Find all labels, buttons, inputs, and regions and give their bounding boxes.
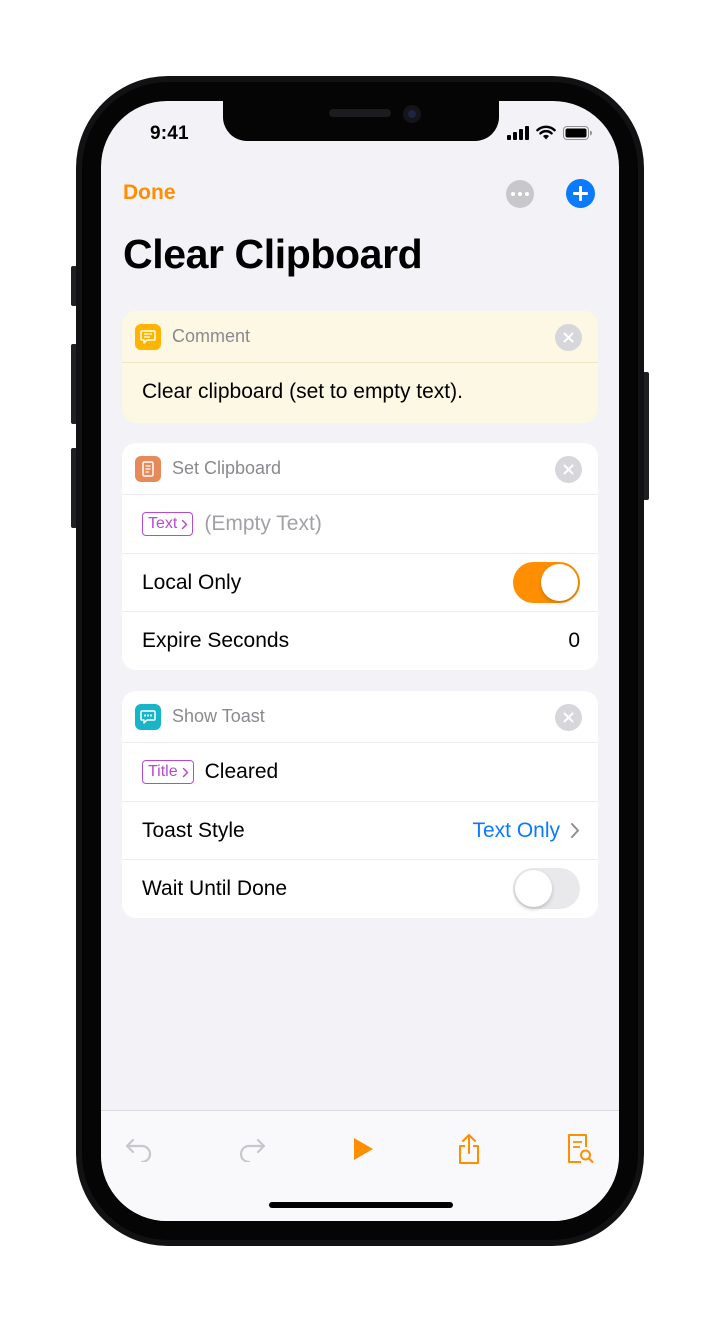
screen: 9:41 Done Clear Clipboard Comment Clear … — [101, 101, 619, 1221]
show-toast-title: Show Toast — [172, 706, 265, 726]
expire-seconds-row[interactable]: Expire Seconds 0 — [122, 611, 598, 669]
front-camera — [403, 105, 421, 123]
chevron-right-icon — [181, 519, 188, 530]
status-icons — [507, 125, 593, 140]
comment-action-card[interactable]: Comment Clear clipboard (set to empty te… — [122, 311, 598, 423]
expire-seconds-value[interactable]: 0 — [568, 629, 580, 653]
battery-icon — [563, 125, 592, 140]
set-clipboard-header: Set Clipboard — [122, 443, 598, 495]
done-button[interactable]: Done — [123, 181, 176, 205]
toast-message-icon — [135, 703, 161, 730]
remove-show-toast-icon[interactable] — [555, 704, 582, 731]
comment-action-title: Comment — [172, 326, 251, 346]
wait-until-done-label: Wait Until Done — [142, 876, 288, 900]
toast-style-row[interactable]: Toast Style Text Only — [122, 801, 598, 859]
local-only-label: Local Only — [142, 570, 242, 594]
more-options-icon[interactable] — [506, 180, 534, 208]
toast-style-selector[interactable]: Text Only — [472, 819, 580, 843]
share-icon[interactable] — [451, 1131, 487, 1167]
toast-style-label: Toast Style — [142, 818, 245, 842]
title-parameter-token[interactable]: Title — [142, 760, 194, 784]
wifi-icon — [536, 125, 556, 140]
title-parameter-value[interactable]: Cleared — [205, 760, 279, 784]
cellular-signal-icon — [507, 125, 529, 140]
comment-icon — [135, 323, 161, 350]
play-icon[interactable] — [344, 1131, 380, 1167]
text-parameter-value[interactable]: (Empty Text) — [204, 512, 321, 536]
text-parameter-token[interactable]: Text — [142, 512, 194, 536]
home-indicator[interactable] — [269, 1202, 453, 1208]
show-toast-header: Show Toast — [122, 691, 598, 743]
remove-comment-icon[interactable] — [555, 324, 582, 351]
set-clipboard-title: Set Clipboard — [172, 458, 282, 478]
wait-until-done-row: Wait Until Done — [122, 859, 598, 917]
clipboard-icon — [135, 455, 161, 482]
toast-style-value: Text Only — [472, 818, 560, 842]
redo-icon[interactable] — [234, 1131, 270, 1167]
local-only-row: Local Only — [122, 553, 598, 611]
document-search-icon[interactable] — [562, 1131, 598, 1167]
add-action-icon[interactable] — [566, 179, 595, 208]
comment-text[interactable]: Clear clipboard (set to empty text). — [122, 363, 598, 404]
chevron-right-icon — [571, 823, 579, 838]
expire-seconds-label: Expire Seconds — [142, 628, 290, 652]
undo-icon[interactable] — [121, 1131, 157, 1167]
wait-until-done-toggle[interactable] — [513, 868, 580, 909]
set-clipboard-action-card[interactable]: Set Clipboard Text (Empty Text) Local On… — [122, 443, 598, 670]
status-time: 9:41 — [150, 123, 189, 144]
local-only-toggle[interactable] — [513, 562, 580, 603]
show-toast-action-card[interactable]: Show Toast Title Cleared Toast Style Tex… — [122, 691, 598, 918]
comment-action-header: Comment — [122, 311, 598, 363]
remove-set-clipboard-icon[interactable] — [555, 456, 582, 483]
chevron-right-icon — [182, 767, 189, 778]
page-title: Clear Clipboard — [123, 231, 423, 277]
title-parameter-row[interactable]: Title Cleared — [122, 743, 598, 801]
notch — [223, 101, 499, 141]
text-parameter-row[interactable]: Text (Empty Text) — [122, 495, 598, 553]
